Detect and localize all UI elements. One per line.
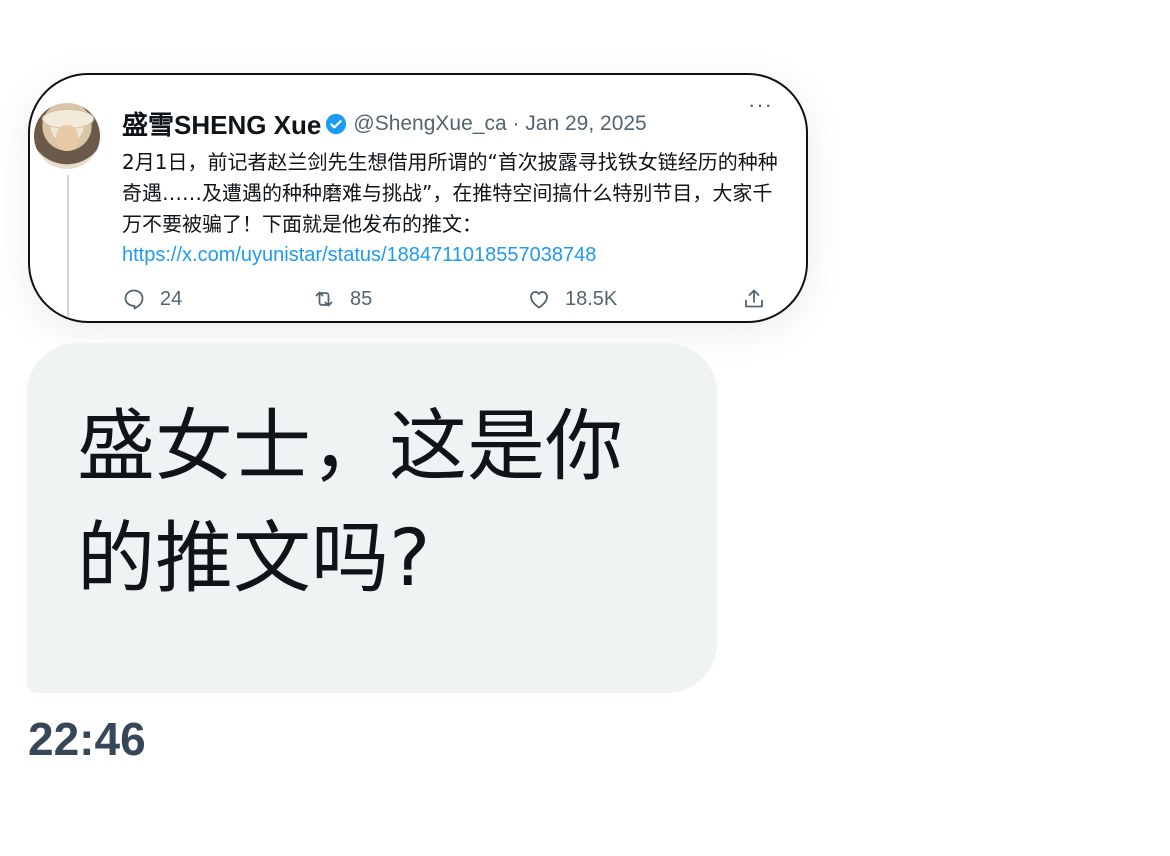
thread-line [67, 175, 69, 321]
avatar[interactable] [34, 103, 100, 169]
share-button[interactable] [742, 287, 780, 311]
reply-button[interactable]: 24 [122, 287, 182, 311]
more-options-icon[interactable]: ··· [748, 94, 772, 116]
heart-icon [530, 291, 548, 309]
handle-and-date[interactable]: @ShengXue_ca · Jan 29, 2025 [353, 112, 646, 136]
reply-icon [124, 289, 144, 310]
message-bubble[interactable]: 盛女士，这是你的推文吗? [27, 343, 717, 693]
display-name[interactable]: 盛雪SHENG Xue [122, 105, 321, 142]
tweet-text: 2月1日，前记者赵兰剑先生想借用所谓的“首次披露寻找铁女链经历的种种奇遇……及遭… [122, 150, 778, 236]
verified-badge-icon [325, 113, 347, 135]
share-icon [745, 289, 763, 308]
retweet-button[interactable]: 85 [312, 287, 372, 311]
tweet-actions: 24 85 18.5K [122, 287, 772, 317]
avatar-face [56, 125, 78, 151]
message-timestamp: 22:46 [28, 713, 146, 765]
retweet-icon [315, 291, 333, 307]
retweet-count: 85 [350, 287, 373, 310]
like-count: 18.5K [565, 287, 618, 310]
tweet-body: 2月1日，前记者赵兰剑先生想借用所谓的“首次披露寻找铁女链经历的种种奇遇……及遭… [122, 147, 782, 271]
tweet-header: 盛雪SHENG Xue @ShengXue_ca · Jan 29, 2025 [122, 105, 647, 142]
quoted-tweet-card[interactable]: 盛雪SHENG Xue @ShengXue_ca · Jan 29, 2025 … [28, 73, 808, 323]
like-button[interactable]: 18.5K [527, 287, 617, 311]
message-text: 盛女士，这是你的推文吗? [77, 402, 624, 604]
tweet-link[interactable]: https://x.com/uyunistar/status/188471101… [122, 240, 782, 271]
reply-count: 24 [160, 287, 183, 310]
